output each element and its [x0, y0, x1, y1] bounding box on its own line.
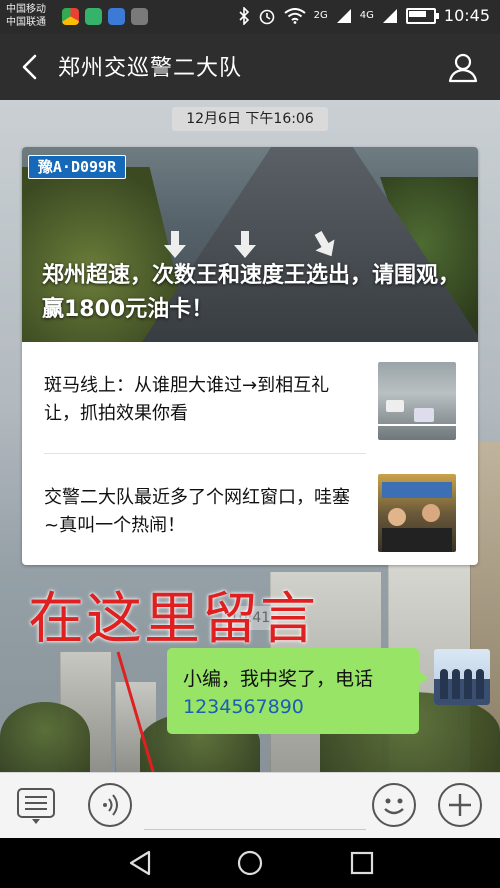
emoji-button[interactable] — [372, 783, 416, 827]
phone-number-link[interactable]: 1234567890 — [183, 696, 304, 718]
check-app-icon — [85, 8, 102, 25]
page-title: 郑州交巡警二大队 — [58, 56, 243, 81]
carrier-2: 中国联通 — [6, 17, 46, 28]
nav-back-button[interactable] — [127, 850, 155, 876]
chart-app-icon — [108, 8, 125, 25]
road-arrow-icon — [234, 231, 256, 258]
message-input-bar — [0, 772, 500, 839]
carrier-1: 中国移动 — [6, 4, 46, 15]
user-avatar[interactable] — [434, 649, 490, 705]
back-button[interactable] — [14, 50, 48, 84]
image-app-icon — [131, 8, 148, 25]
profile-button[interactable] — [446, 50, 480, 84]
network-type-1: 2G — [313, 10, 328, 21]
signal-icon-2 — [382, 8, 397, 23]
article-thumbnail — [378, 362, 456, 440]
nav-recents-button[interactable] — [348, 850, 376, 876]
menu-toggle-button[interactable] — [16, 787, 56, 825]
license-plate: 豫A·D099R — [28, 155, 126, 179]
status-right: 2G 4G 10:45 — [238, 6, 490, 25]
message-text: 小编，我中奖了，电话 — [183, 668, 374, 690]
emoji-icon — [384, 798, 404, 815]
cover-headline[interactable]: 郑州超速，次数王和速度王选出，请围观，赢1800元油卡！ — [42, 259, 462, 327]
article-item-title[interactable]: 斑马线上：从谁胆大谁过→到相互礼让，抓拍效果你看 — [44, 372, 354, 428]
chat-message-bubble[interactable]: 小编，我中奖了，电话 1234567890 — [167, 648, 428, 734]
wifi-icon — [284, 7, 306, 24]
voice-button[interactable] — [88, 783, 132, 827]
network-type-2: 4G — [359, 10, 374, 21]
article-thumbnail — [378, 474, 456, 552]
road-arrow-icon — [164, 231, 186, 258]
title-bar: 郑州交巡警二大队 — [0, 34, 500, 100]
message-input[interactable] — [144, 785, 366, 830]
article-card[interactable]: 豫A·D099R 郑州超速，次数王和速度王选出，请围观，赢1800元油卡！ 斑马… — [22, 147, 478, 565]
signal-icon-1 — [336, 8, 351, 23]
article-item[interactable]: 交警二大队最近多了个网红窗口，哇塞~真叫一个热闹！ — [22, 454, 478, 565]
notification-icons — [62, 8, 148, 25]
message-timestamp: 12月6日 下午16:06 — [172, 107, 328, 131]
article-cover[interactable]: 豫A·D099R 郑州超速，次数王和速度王选出，请围观，赢1800元油卡！ — [22, 147, 478, 342]
battery-icon — [405, 7, 439, 24]
alarm-icon — [259, 9, 274, 24]
clock: 10:45 — [443, 6, 490, 25]
plus-icon — [449, 794, 471, 816]
voice-icon — [103, 794, 118, 816]
bluetooth-icon — [239, 6, 249, 25]
carrier-info: 中国移动 中国联通 — [6, 3, 46, 29]
article-item-title[interactable]: 交警二大队最近多了个网红窗口，哇塞~真叫一个热闹！ — [44, 484, 354, 540]
status-bar: 中国移动 中国联通 2G 4G 10:45 — [0, 0, 500, 34]
article-item[interactable]: 斑马线上：从谁胆大谁过→到相互礼让，抓拍效果你看 — [22, 342, 478, 453]
chrome-icon — [62, 8, 79, 25]
nav-home-button[interactable] — [236, 850, 264, 876]
annotation-text: 在这里留言 — [28, 587, 318, 652]
more-button[interactable] — [438, 783, 482, 827]
system-nav-bar — [0, 838, 500, 888]
